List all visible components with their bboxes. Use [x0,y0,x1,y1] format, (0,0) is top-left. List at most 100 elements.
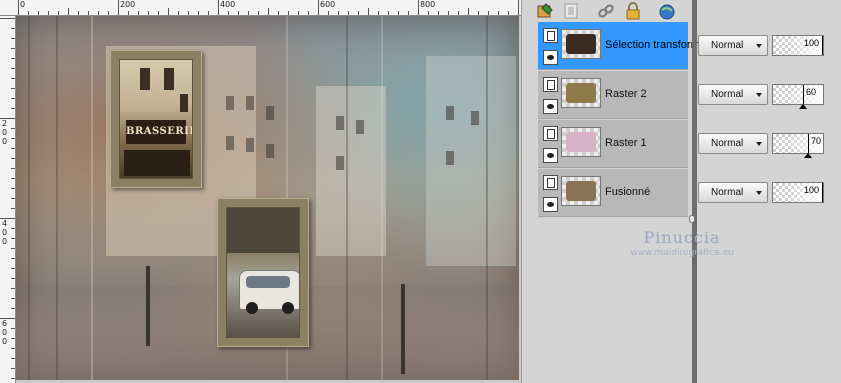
blend-mode-value: Normal [711,40,744,51]
window [164,68,174,90]
ruler-label: 200 [120,0,136,9]
blend-mode-value: Normal [711,138,744,149]
ruler-tick [468,8,469,15]
ruler-tick [11,88,15,89]
blend-mode-select[interactable]: Normal [698,182,768,203]
layer-row-merged[interactable]: Fusionné [538,169,688,217]
visibility-eye-icon[interactable] [543,197,558,212]
opacity-slider[interactable]: 60 [772,84,824,109]
layer-properties-icon[interactable] [536,2,554,20]
ruler-tick [328,11,329,15]
ruler-tick [508,11,509,15]
layer-row-raster-2[interactable]: Raster 2 [538,71,688,119]
layer-mask-toggle[interactable] [543,175,558,190]
texture-streak [56,16,58,380]
ruler-tick [11,128,15,129]
blend-mode-select[interactable]: Normal [698,84,768,105]
opacity-slider[interactable]: 100 [772,182,824,203]
opacity-slider[interactable]: 70 [772,133,824,158]
window [336,116,344,130]
ruler-tick [11,368,15,369]
opacity-marker [822,36,823,55]
layer-row-raster-1[interactable]: Raster 1 [538,120,688,168]
ruler-tick [178,11,179,15]
visibility-eye-icon[interactable] [543,50,558,65]
ruler-tick [11,158,15,159]
link-icon[interactable] [597,2,615,20]
car-wheel [246,302,258,314]
ruler-tick [11,268,15,269]
ruler-tick [238,11,239,15]
window [140,68,150,90]
watermark-url: www.maidiregrafica.eu [630,248,734,258]
ruler-tick [11,48,15,49]
layer-thumbnail [561,78,601,108]
layer-thumbnail [561,29,601,59]
ruler-tick [68,8,69,15]
layers-palette: Sélection transformée Raster 2 Raster 1 … [521,0,841,383]
ruler-label: 800 [420,0,436,9]
ruler-tick [388,11,389,15]
ruler-tick [338,11,339,15]
layer-mask-toggle[interactable] [543,77,558,92]
ruler-tick [158,11,159,15]
layer-row-selection-transformed[interactable]: Sélection transformée [538,22,712,70]
ruler-label: 0 [2,237,8,246]
ruler-tick [11,98,15,99]
layer-list: Sélection transformée Raster 2 Raster 1 … [538,22,712,218]
splitter-grip[interactable] [689,215,695,223]
ruler-tick [108,11,109,15]
photo-street [226,207,300,338]
layer-mask-toggle[interactable] [543,28,558,43]
chevron-down-icon [756,191,762,195]
ruler-tick [118,0,119,15]
ruler-tick [168,8,169,15]
ruler-tick [11,178,15,179]
ruler-tick [11,38,15,39]
ruler-tick [58,11,59,15]
texture-streak [28,16,30,380]
layer-mask-toggle[interactable] [543,126,558,141]
thumbnail-art [566,132,596,152]
globe-icon[interactable] [658,2,676,20]
mask-icon[interactable] [562,2,580,20]
ruler-tick [488,11,489,15]
visibility-eye-icon[interactable] [543,99,558,114]
ruler-tick [138,11,139,15]
framed-photo-street[interactable] [217,198,309,347]
canvas-area[interactable]: 0 200 400 600 800 200400600 BRASSERIE [0,0,521,383]
framed-photo-brasserie[interactable]: BRASSERIE [110,50,202,188]
ruler-tick [428,11,429,15]
ruler-tick [11,238,15,239]
ruler-tick [368,8,369,15]
visibility-eye-icon[interactable] [543,148,558,163]
ruler-tick [28,11,29,15]
blend-mode-select[interactable]: Normal [698,133,768,154]
ruler-tick [198,11,199,15]
ruler-tick [478,11,479,15]
ruler-tick [128,11,129,15]
ruler-tick [498,11,499,15]
opacity-slider[interactable]: 100 [772,35,824,56]
texture-streak [381,16,383,380]
ruler-label: 4 [2,219,8,228]
image-canvas[interactable]: BRASSERIE [16,16,519,380]
ruler-tick [11,328,15,329]
ruler-label: 600 [320,0,336,9]
ruler-tick [11,378,15,379]
blend-mode-select[interactable]: Normal [698,35,768,56]
photo-brasserie: BRASSERIE [119,59,193,179]
car-wheel [282,302,294,314]
ruler-tick [11,338,15,339]
background-building-right [426,56,516,266]
lock-icon[interactable] [624,2,642,20]
thumbnail-art [566,83,596,103]
opacity-pointer [799,104,807,109]
ruler-label: 2 [2,119,8,128]
ruler-tick [348,11,349,15]
palette-splitter[interactable] [692,0,697,383]
background-building-center [316,86,386,256]
ruler-tick [318,0,319,15]
window [226,136,234,150]
opacity-value: 100 [803,185,819,195]
